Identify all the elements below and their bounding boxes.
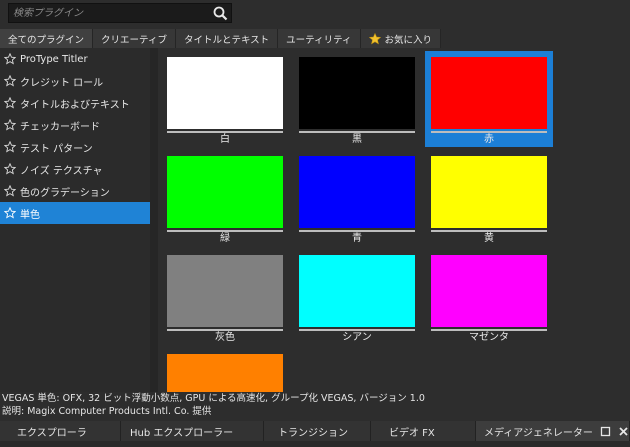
star-outline-icon[interactable] bbox=[4, 207, 16, 219]
preset-swatch[interactable]: 黄 bbox=[425, 150, 553, 246]
star-outline-icon[interactable] bbox=[4, 75, 16, 87]
preset-swatch[interactable]: 黒 bbox=[293, 51, 421, 147]
search-icon[interactable] bbox=[212, 5, 229, 22]
preset-label: 黒 bbox=[352, 134, 362, 145]
plugin-description: VEGAS 単色: OFX, 32 ビット浮動小数点, GPU による高速化, … bbox=[0, 392, 630, 420]
preset-swatch[interactable]: シアン bbox=[293, 249, 421, 345]
plugin-item-checkerboard[interactable]: チェッカーボード bbox=[0, 114, 150, 136]
preset-label: 白 bbox=[220, 134, 230, 145]
preset-swatch[interactable]: 青 bbox=[293, 150, 421, 246]
preset-color-thumbnail bbox=[167, 57, 283, 129]
tab-hub-explorer[interactable]: Hub エクスプローラー bbox=[121, 421, 264, 441]
tab-utility[interactable]: ユーティリティ bbox=[278, 29, 361, 48]
star-outline-icon[interactable] bbox=[4, 141, 16, 153]
plugin-list: ProType Titler クレジット ロール タイトルおよびテキスト チェッ… bbox=[0, 48, 150, 392]
preset-color-thumbnail bbox=[299, 57, 415, 129]
preset-color-thumbnail bbox=[167, 255, 283, 327]
preset-label: 黄 bbox=[484, 233, 494, 244]
maximize-icon[interactable] bbox=[600, 426, 611, 437]
preset-color-thumbnail bbox=[431, 156, 547, 228]
preset-color-thumbnail bbox=[431, 57, 547, 129]
tab-all-plugins[interactable]: 全てのプラグイン bbox=[0, 29, 94, 48]
preset-label: シアン bbox=[342, 332, 372, 343]
preset-swatch[interactable]: 灰色 bbox=[161, 249, 289, 345]
plugin-item-label: テスト パターン bbox=[20, 143, 93, 155]
preset-label: 青 bbox=[352, 233, 362, 244]
plugin-info-line: VEGAS 単色: OFX, 32 ビット浮動小数点, GPU による高速化, … bbox=[2, 393, 425, 404]
star-outline-icon[interactable] bbox=[4, 53, 16, 65]
preset-swatch[interactable]: マゼンタ bbox=[425, 249, 553, 345]
preset-swatch[interactable] bbox=[161, 348, 289, 392]
plugin-item-label: チェッカーボード bbox=[20, 121, 100, 133]
plugin-item-label: ProType Titler bbox=[20, 53, 88, 65]
tab-explorer[interactable]: エクスプローラ bbox=[0, 421, 121, 441]
plugin-item-test-pattern[interactable]: テスト パターン bbox=[0, 136, 150, 158]
preset-label: 灰色 bbox=[215, 332, 235, 343]
plugin-item-noise-texture[interactable]: ノイズ テクスチャ bbox=[0, 158, 150, 180]
preset-color-thumbnail bbox=[431, 255, 547, 327]
preset-color-thumbnail bbox=[299, 255, 415, 327]
tab-video-fx[interactable]: ビデオ FX bbox=[371, 421, 476, 441]
plugin-item-label: タイトルおよびテキスト bbox=[20, 99, 130, 111]
preset-color-thumbnail bbox=[167, 156, 283, 228]
plugin-item-credit-roll[interactable]: クレジット ロール bbox=[0, 70, 150, 92]
window-tabs: エクスプローラ Hub エクスプローラー トランジション ビデオ FX メディア… bbox=[0, 421, 630, 447]
plugin-item-titles-text[interactable]: タイトルおよびテキスト bbox=[0, 92, 150, 114]
search-bar bbox=[0, 0, 630, 28]
tab-transitions[interactable]: トランジション bbox=[264, 421, 371, 441]
star-outline-icon[interactable] bbox=[4, 119, 16, 131]
preset-label: マゼンタ bbox=[469, 332, 509, 343]
preset-swatch[interactable]: 緑 bbox=[161, 150, 289, 246]
preset-color-thumbnail bbox=[167, 354, 283, 392]
plugin-item-color-gradient[interactable]: 色のグラデーション bbox=[0, 180, 150, 202]
plugin-item-label: 色のグラデーション bbox=[20, 187, 110, 199]
star-outline-icon[interactable] bbox=[4, 97, 16, 109]
close-icon[interactable] bbox=[618, 426, 629, 437]
plugin-category-tabs: 全てのプラグイン クリエーティブ タイトルとテキスト ユーティリティ お気に入り bbox=[0, 29, 630, 48]
preset-color-thumbnail bbox=[299, 156, 415, 228]
preset-label: 緑 bbox=[220, 233, 230, 244]
preset-swatch[interactable]: 赤 bbox=[425, 51, 553, 147]
search-input[interactable] bbox=[13, 6, 213, 21]
plugin-item-protype-titler[interactable]: ProType Titler bbox=[0, 48, 150, 70]
plugin-item-solid-color[interactable]: 単色 bbox=[0, 202, 150, 224]
preset-grid: 白 黒 赤緑 青 黄灰色 シアン マゼンタ bbox=[158, 48, 630, 392]
favorite-star-icon bbox=[368, 32, 381, 44]
preset-label: 赤 bbox=[484, 134, 494, 145]
search-box[interactable] bbox=[8, 3, 232, 23]
star-outline-icon[interactable] bbox=[4, 185, 16, 197]
tab-media-generators[interactable]: メディアジェネレーター bbox=[476, 421, 630, 441]
plugin-item-label: ノイズ テクスチャ bbox=[20, 165, 103, 177]
preset-swatch[interactable]: 白 bbox=[161, 51, 289, 147]
plugin-author-line: 説明: Magix Computer Products Intl. Co. 提供 bbox=[2, 406, 212, 417]
panel-splitter[interactable] bbox=[150, 48, 158, 392]
tab-titles-text[interactable]: タイトルとテキスト bbox=[175, 29, 279, 48]
star-outline-icon[interactable] bbox=[4, 163, 16, 175]
tab-creative[interactable]: クリエーティブ bbox=[93, 29, 176, 48]
tab-favorites[interactable]: お気に入り bbox=[360, 29, 442, 48]
plugin-item-label: クレジット ロール bbox=[20, 77, 104, 89]
plugin-item-label: 単色 bbox=[20, 209, 40, 221]
